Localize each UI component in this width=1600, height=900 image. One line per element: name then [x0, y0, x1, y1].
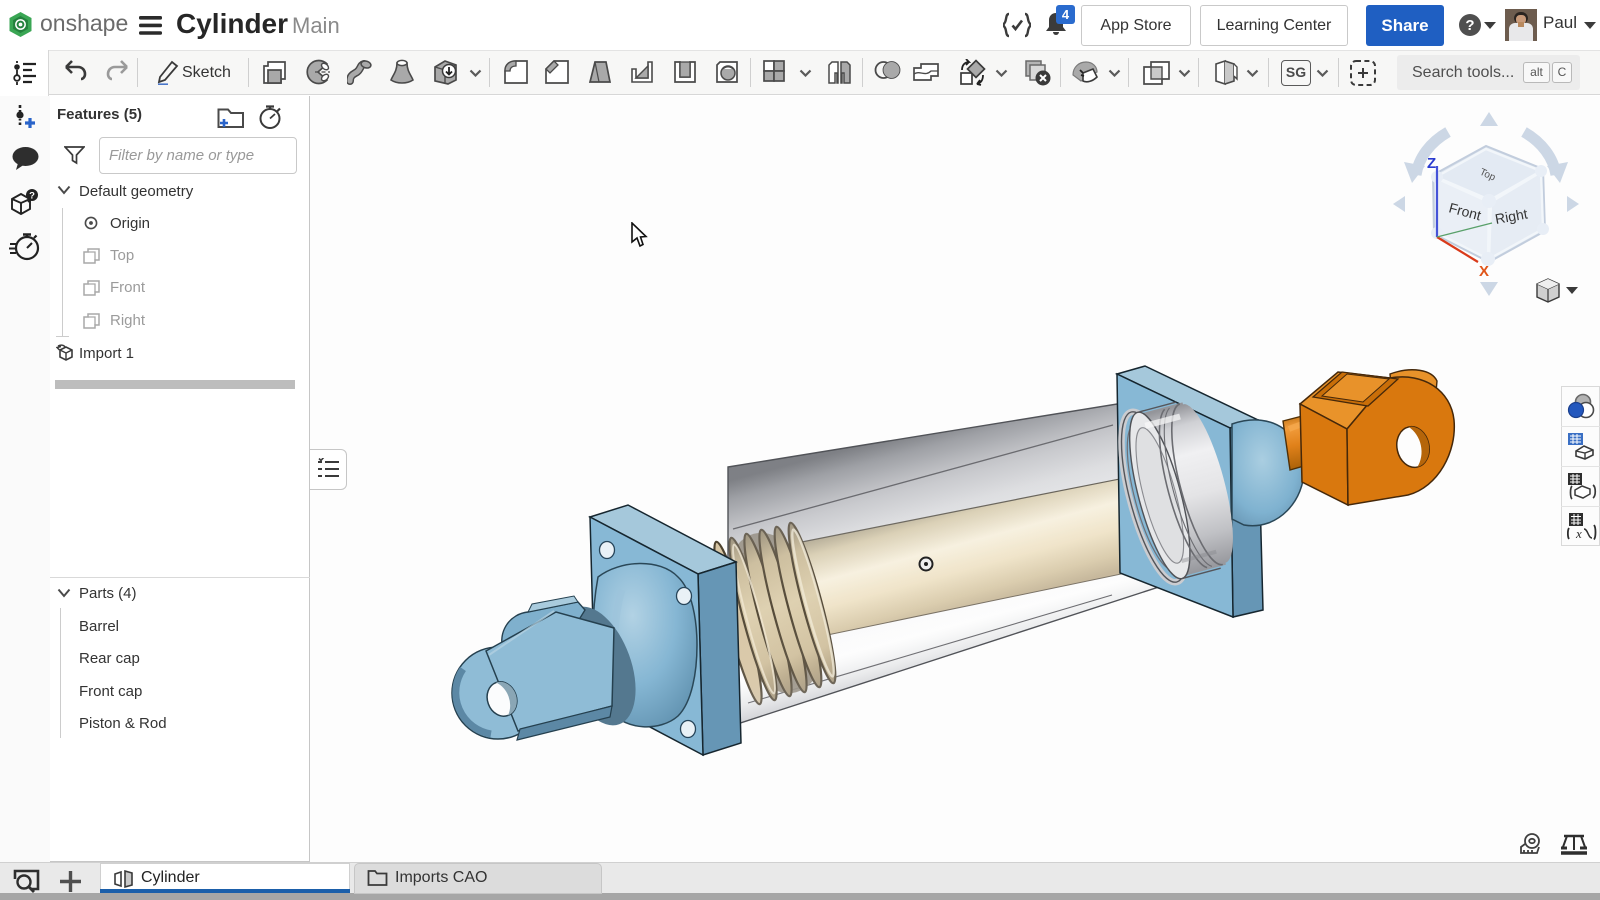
svg-text:Z: Z [1427, 155, 1436, 172]
svg-text:?: ? [29, 191, 35, 202]
svg-text:x: x [1575, 526, 1582, 540]
svg-text:?: ? [1465, 17, 1474, 34]
svg-text:X: X [1479, 263, 1489, 280]
